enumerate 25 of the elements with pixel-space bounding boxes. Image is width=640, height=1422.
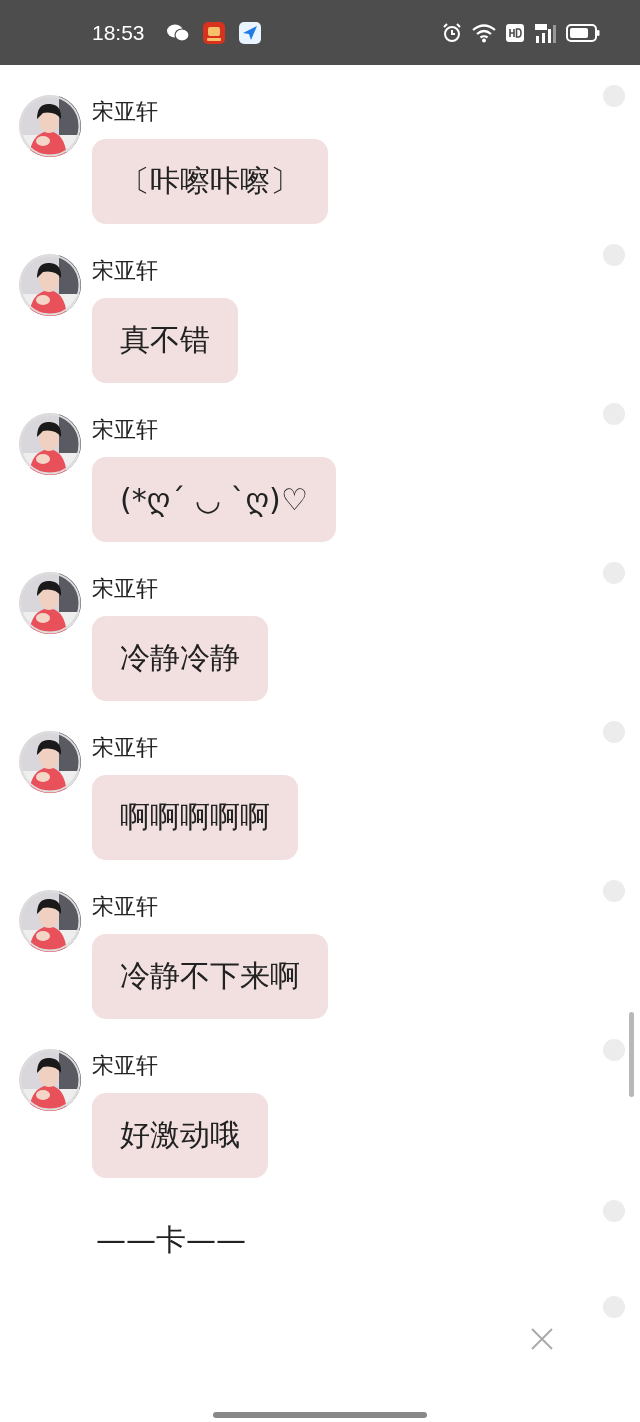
sender-name: 宋亚轩	[92, 416, 158, 444]
sender-name: 宋亚轩	[92, 893, 158, 921]
sender-name: 宋亚轩	[92, 98, 158, 126]
message-bubble: 好激动哦	[92, 1093, 268, 1178]
shopping-app-icon	[202, 21, 225, 44]
sender-name: 宋亚轩	[92, 1052, 158, 1080]
message-text: ——卡——	[96, 1222, 246, 1257]
status-time: 18:53	[92, 20, 145, 45]
message-bubble: (*ღ´ ◡ `ღ)♡	[92, 457, 336, 542]
close-icon[interactable]	[530, 1327, 554, 1351]
message-bubble: 冷静不下来啊	[92, 934, 328, 1019]
hd-icon	[506, 23, 524, 42]
battery-icon	[566, 23, 600, 42]
message-bubble: 真不错	[92, 298, 238, 383]
sender-name: 宋亚轩	[92, 575, 158, 603]
wifi-icon	[472, 22, 496, 43]
message-bubble: 〔咔嚓咔嚓〕	[92, 139, 328, 224]
message-bubble: 冷静冷静	[92, 616, 268, 701]
sender-name: 宋亚轩	[92, 257, 158, 285]
send-app-icon	[238, 21, 261, 44]
alarm-icon	[442, 22, 462, 43]
chat-app-icon	[166, 23, 189, 42]
message-bubble: 啊啊啊啊啊	[92, 775, 298, 860]
signal-icon	[534, 22, 556, 43]
sender-name: 宋亚轩	[92, 734, 158, 762]
